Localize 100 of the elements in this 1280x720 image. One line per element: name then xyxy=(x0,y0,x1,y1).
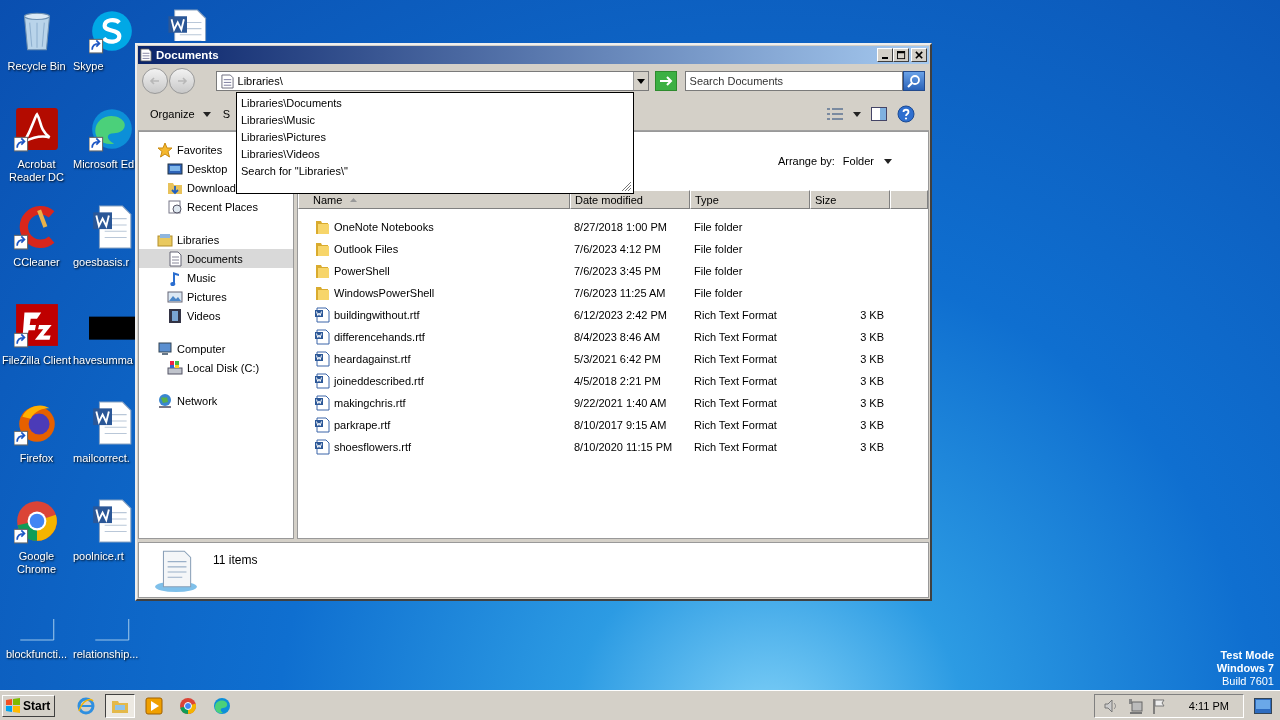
navigation-item[interactable]: Music xyxy=(139,268,293,287)
navigation-item[interactable]: Recent Places xyxy=(139,197,293,216)
file-name-cell[interactable]: makingchris.rtf xyxy=(298,395,570,411)
navigation-item[interactable]: Download xyxy=(139,178,293,197)
desktop-icon-label[interactable]: goesbasis.r xyxy=(73,256,130,269)
type-cell-text: Rich Text Format xyxy=(693,375,778,387)
date-cell-text: 7/6/2023 11:25 AM xyxy=(573,287,667,299)
preview-pane-icon[interactable] xyxy=(871,106,887,122)
file-name-cell[interactable]: shoesflowers.rtf xyxy=(298,439,570,455)
navigation-item[interactable]: Documents xyxy=(139,249,293,268)
film-icon xyxy=(167,307,183,324)
close-button[interactable] xyxy=(911,48,927,62)
file-name-cell[interactable]: OneNote Notebooks xyxy=(298,219,570,235)
star-icon xyxy=(157,141,173,158)
window-title: Documents xyxy=(156,49,220,61)
search-button[interactable] xyxy=(903,71,925,91)
date-cell-text: 7/6/2023 3:45 PM xyxy=(573,265,662,277)
chrome-icon[interactable] xyxy=(13,498,60,544)
file-name-cell[interactable]: joineddescribed.rtf xyxy=(298,373,570,389)
type-cell-text: Rich Text Format xyxy=(693,441,778,453)
pdf-icon[interactable] xyxy=(13,106,60,152)
desktop-icon-label[interactable]: Recycle Bin xyxy=(7,60,66,73)
address-field[interactable]: Libraries\ xyxy=(237,75,629,87)
desktop-icon-label[interactable]: relationship... xyxy=(73,648,139,661)
file-name-cell[interactable]: heardagainst.rtf xyxy=(298,351,570,367)
skype-icon[interactable] xyxy=(88,8,135,54)
folder-icon xyxy=(314,241,330,257)
minimize-button[interactable] xyxy=(877,48,893,62)
close-icon xyxy=(914,50,924,60)
word-document-icon xyxy=(314,329,330,345)
navigation-item[interactable]: Network xyxy=(139,391,293,410)
suggestion-item[interactable]: Libraries\Videos xyxy=(241,146,629,163)
start-button[interactable]: Start xyxy=(2,694,56,717)
speaker-icon[interactable] xyxy=(1102,697,1119,714)
desktop-icon-label[interactable]: Firefox xyxy=(19,452,54,465)
navigation-item[interactable]: Computer xyxy=(139,339,293,358)
size-cell: 3 KB xyxy=(860,419,884,431)
help-icon[interactable] xyxy=(897,105,915,123)
go-button[interactable] xyxy=(654,71,677,91)
file-name-cell[interactable]: buildingwithout.rtf xyxy=(298,307,570,323)
navigation-item[interactable]: Videos xyxy=(139,306,293,325)
date-cell-text: 8/10/2017 9:15 AM xyxy=(573,419,668,431)
maximize-icon xyxy=(896,50,906,60)
column-header[interactable]: Type xyxy=(690,190,810,209)
recent-places-icon xyxy=(167,198,183,215)
desktop-icon-label[interactable]: CCleaner xyxy=(13,256,60,269)
caret-icon[interactable] xyxy=(853,111,861,117)
resize-grip-icon[interactable] xyxy=(620,180,632,192)
item-count: 11 items xyxy=(213,553,258,567)
desktop-icon-label[interactable]: havesumma xyxy=(73,354,133,367)
desktop-icon-label[interactable]: Skype xyxy=(73,60,104,73)
sort-arrow-icon xyxy=(350,197,358,202)
word-document-icon xyxy=(314,373,330,389)
watermark-line: Windows 7 xyxy=(1216,662,1274,675)
navigation-item[interactable]: Local Disk (C:) xyxy=(139,358,293,377)
date-cell-text: 7/6/2023 4:12 PM xyxy=(573,243,662,255)
clock[interactable]: 4:11 PM xyxy=(1188,699,1229,712)
toolbar-menu-button[interactable]: Organize xyxy=(144,104,217,124)
globe-icon xyxy=(157,392,173,409)
file-name-cell[interactable]: WindowsPowerShell xyxy=(298,285,570,301)
filezilla-icon[interactable] xyxy=(13,302,60,348)
file-name-cell[interactable]: differencehands.rtf xyxy=(298,329,570,345)
column-header[interactable]: Size xyxy=(810,190,890,209)
flag-icon[interactable] xyxy=(1150,697,1167,714)
computer-icon xyxy=(157,340,173,357)
show-desktop-icon[interactable] xyxy=(1254,697,1272,714)
arrange-by-dropdown[interactable]: Folder xyxy=(842,155,892,167)
search-field[interactable]: Search Documents xyxy=(684,71,904,91)
date-cell-text: 8/4/2023 8:46 AM xyxy=(573,331,662,343)
desktop-icon-label[interactable]: Google Chrome xyxy=(16,550,57,576)
suggestion-item[interactable]: Libraries\Pictures xyxy=(241,129,629,146)
toolbar-menu-button[interactable]: S xyxy=(216,104,236,124)
desktop-icon-label[interactable]: FileZilla Client xyxy=(1,354,72,367)
size-cell: 3 KB xyxy=(860,331,884,343)
desktop-icon-label[interactable]: Microsoft Ed xyxy=(73,158,135,171)
size-cell: 3 KB xyxy=(860,353,884,365)
suggestion-item[interactable]: Search for "Libraries\" xyxy=(241,163,629,180)
file-name-cell[interactable]: PowerShell xyxy=(298,263,570,279)
taskbar-app[interactable] xyxy=(105,693,136,718)
navigation-item[interactable]: Pictures xyxy=(139,287,293,306)
desktop-icon-label[interactable]: blockfuncti... xyxy=(5,648,68,661)
back-arrow-icon xyxy=(149,75,161,87)
suggestion-item[interactable]: Libraries\Documents xyxy=(241,95,629,112)
dropdown-caret-icon[interactable] xyxy=(636,78,645,84)
desktop-icon-label[interactable]: Acrobat Reader DC xyxy=(9,158,64,184)
file-name-cell[interactable]: parkrape.rtf xyxy=(298,417,570,433)
file-name-cell[interactable]: Outlook Files xyxy=(298,241,570,257)
navigation-item[interactable]: Libraries xyxy=(139,230,293,249)
maximize-button[interactable] xyxy=(893,48,909,62)
date-cell-text: 9/22/2021 1:40 AM xyxy=(573,397,668,409)
disk-icon xyxy=(167,359,183,376)
desktop-icon-label[interactable]: mailcorrect. xyxy=(73,452,130,465)
desktop-icon-label[interactable]: poolnice.rt xyxy=(73,550,124,563)
size-cell: 3 KB xyxy=(860,309,884,321)
suggestion-item[interactable]: Libraries\Music xyxy=(241,112,629,129)
watermark-line: Test Mode xyxy=(1220,649,1274,662)
network-icon[interactable] xyxy=(1126,697,1143,714)
edge-icon[interactable] xyxy=(88,106,135,152)
folder-icon xyxy=(314,285,330,301)
address-bar[interactable]: Libraries\ xyxy=(215,71,649,91)
